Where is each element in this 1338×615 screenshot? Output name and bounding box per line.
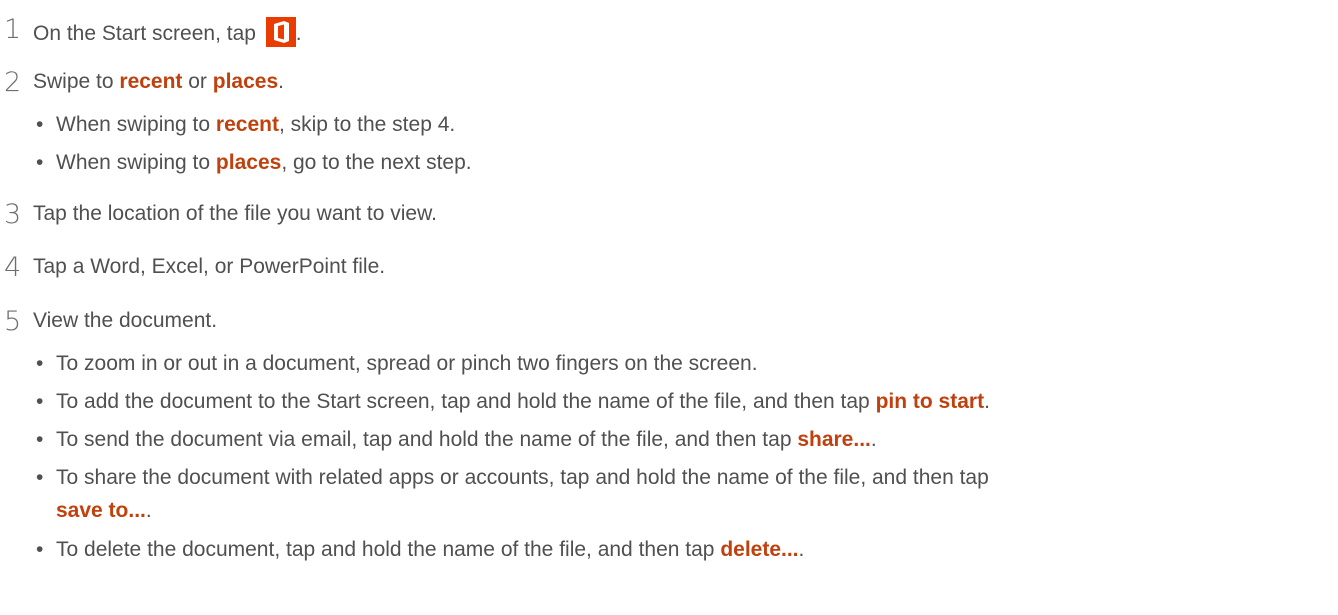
step-text: Tap a Word, Excel, or PowerPoint file.	[33, 255, 386, 278]
step-number: 3	[4, 199, 22, 230]
step-text: View the document.	[33, 309, 218, 332]
step-text: Tap the location of the file you want to…	[33, 202, 437, 225]
step-text: On the Start screen, tap .	[33, 17, 302, 47]
step-number: 5	[4, 306, 22, 337]
step-number: 4	[4, 252, 22, 283]
step-number: 1	[4, 14, 22, 45]
step-text: Swipe to recent or places.	[33, 70, 284, 93]
step-number: 2	[4, 67, 22, 98]
office-icon	[265, 17, 296, 47]
